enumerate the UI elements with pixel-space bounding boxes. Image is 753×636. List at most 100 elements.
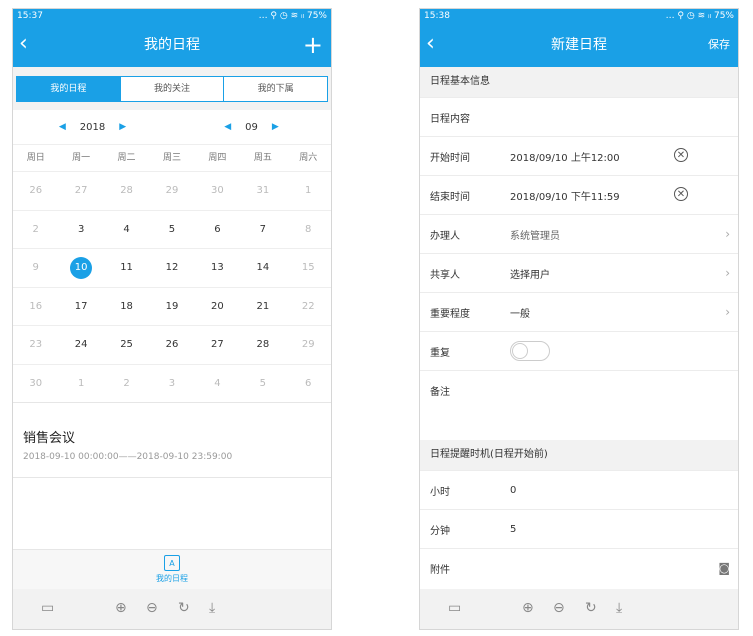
rotate-icon[interactable]: ↻ bbox=[178, 600, 190, 616]
calendar-day[interactable]: 27 bbox=[58, 172, 103, 210]
calendar-day[interactable]: 18 bbox=[104, 288, 149, 326]
weekday-label: 周日 bbox=[26, 153, 45, 163]
calendar-day[interactable]: 6 bbox=[195, 211, 240, 249]
calendar-day[interactable]: 5 bbox=[240, 365, 285, 403]
tabs-bar: 我的日程 我的关注 我的下属 bbox=[13, 67, 331, 110]
new-schedule-screen: 15:38 … ⚲ ◷ ≋ ᵢₗ 75% ‹ 新建日程 保存 日程基本信息 日程… bbox=[419, 8, 739, 630]
zoom-in-icon[interactable]: ⊕ bbox=[115, 600, 127, 616]
repeat-toggle[interactable] bbox=[510, 341, 550, 361]
next-month-icon[interactable]: ▶ bbox=[272, 122, 279, 132]
clear-icon[interactable]: ✕ bbox=[674, 187, 688, 201]
zoom-out-icon[interactable]: ⊖ bbox=[146, 600, 158, 616]
rotate-icon[interactable]: ↻ bbox=[585, 600, 597, 616]
weekday-label: 周一 bbox=[72, 153, 91, 163]
next-year-icon[interactable]: ▶ bbox=[119, 122, 126, 132]
content-field[interactable]: 日程内容 bbox=[420, 97, 738, 136]
minutes-field[interactable]: 分钟 5 bbox=[420, 509, 738, 548]
calendar-day[interactable]: 19 bbox=[149, 288, 194, 326]
calendar-day-selected[interactable]: 10 bbox=[58, 249, 103, 287]
save-button[interactable]: 保存 bbox=[708, 23, 730, 67]
weekday-header: 周日 周一 周二 周三 周四 周五 周六 bbox=[13, 144, 331, 171]
calendar-day[interactable]: 30 bbox=[195, 172, 240, 210]
prev-year-icon[interactable]: ◀ bbox=[59, 122, 66, 132]
calendar-day[interactable]: 22 bbox=[286, 288, 331, 326]
battery-level: 75% bbox=[713, 11, 734, 21]
status-bar: 15:37 … ⚲ ◷ ≋ ᵢₗ 75% bbox=[13, 9, 331, 23]
calendar-day[interactable]: 20 bbox=[195, 288, 240, 326]
hours-field[interactable]: 小时 0 bbox=[420, 470, 738, 509]
importance-field[interactable]: 重要程度 一般 › bbox=[420, 292, 738, 331]
field-label: 重复 bbox=[430, 347, 450, 359]
month-value: 09 bbox=[245, 121, 258, 133]
calendar-day[interactable]: 5 bbox=[149, 211, 194, 249]
start-time-field[interactable]: 开始时间 2018/09/10 上午12:00 ✕ bbox=[420, 136, 738, 175]
event-item[interactable]: 销售会议 2018-09-10 00:00:00——2018-09-10 23:… bbox=[13, 402, 331, 478]
calendar-day[interactable]: 28 bbox=[240, 326, 285, 364]
end-time-value: 2018/09/10 下午11:59 bbox=[510, 191, 620, 203]
clear-icon[interactable]: ✕ bbox=[674, 148, 688, 162]
calendar-day[interactable]: 27 bbox=[195, 326, 240, 364]
calendar-day[interactable]: 2 bbox=[13, 211, 58, 249]
handler-field[interactable]: 办理人 系统管理员 › bbox=[420, 214, 738, 253]
start-time-value: 2018/09/10 上午12:00 bbox=[510, 152, 620, 164]
calendar-day[interactable]: 26 bbox=[149, 326, 194, 364]
calendar-week: 16 17 18 19 20 21 22 bbox=[13, 286, 331, 326]
weekday-label: 周五 bbox=[253, 153, 272, 163]
calendar-day[interactable]: 2 bbox=[104, 365, 149, 403]
calendar-day[interactable]: 1 bbox=[286, 172, 331, 210]
calendar-day[interactable]: 25 bbox=[104, 326, 149, 364]
chevron-right-icon: › bbox=[725, 305, 730, 319]
calendar-day[interactable]: 26 bbox=[13, 172, 58, 210]
calendar-day[interactable]: 1 bbox=[58, 365, 103, 403]
calendar-day[interactable]: 14 bbox=[240, 249, 285, 287]
add-icon[interactable]: + bbox=[303, 23, 323, 67]
calendar-day[interactable]: 6 bbox=[286, 365, 331, 403]
camera-icon[interactable]: ◙ bbox=[718, 561, 730, 575]
tab-subordinates[interactable]: 我的下属 bbox=[223, 77, 328, 101]
attachment-field[interactable]: 附件 ◙ bbox=[420, 548, 738, 587]
tab-following[interactable]: 我的关注 bbox=[119, 77, 224, 101]
zoom-out-icon[interactable]: ⊖ bbox=[553, 600, 565, 616]
calendar-day[interactable]: 29 bbox=[286, 326, 331, 364]
nav-bar: ‹ 我的日程 + bbox=[13, 23, 331, 67]
prev-month-icon[interactable]: ◀ bbox=[224, 122, 231, 132]
calendar-week: 9 10 11 12 13 14 15 bbox=[13, 248, 331, 287]
calendar-day[interactable]: 17 bbox=[58, 288, 103, 326]
calendar-day[interactable]: 15 bbox=[286, 249, 331, 287]
share-field[interactable]: 共享人 选择用户 › bbox=[420, 253, 738, 292]
tab-my-schedule[interactable]: 我的日程 bbox=[17, 77, 120, 101]
calendar-day[interactable]: 13 bbox=[195, 249, 240, 287]
selected-day-badge: 10 bbox=[70, 257, 93, 279]
end-time-field[interactable]: 结束时间 2018/09/10 下午11:59 ✕ bbox=[420, 175, 738, 214]
calendar-day[interactable]: 3 bbox=[58, 211, 103, 249]
calendar-day[interactable]: 4 bbox=[104, 211, 149, 249]
status-time: 15:37 bbox=[17, 11, 43, 21]
calendar-day[interactable]: 9 bbox=[13, 249, 58, 287]
download-icon[interactable]: ⤓ bbox=[616, 600, 622, 616]
calendar-day[interactable]: 30 bbox=[13, 365, 58, 403]
screen-icon[interactable]: ▭ bbox=[41, 600, 54, 616]
calendar-day[interactable]: 28 bbox=[104, 172, 149, 210]
weekday-label: 周六 bbox=[299, 153, 318, 163]
notes-field[interactable]: 备注 bbox=[420, 370, 738, 440]
download-icon[interactable]: ⤓ bbox=[209, 600, 215, 616]
repeat-field: 重复 bbox=[420, 331, 738, 370]
bottom-nav[interactable]: A 我的日程 bbox=[13, 549, 331, 590]
field-label: 附件 bbox=[430, 564, 450, 576]
calendar-day[interactable]: 4 bbox=[195, 365, 240, 403]
calendar-day[interactable]: 31 bbox=[240, 172, 285, 210]
calendar-day[interactable]: 3 bbox=[149, 365, 194, 403]
calendar-day[interactable]: 23 bbox=[13, 326, 58, 364]
calendar-day[interactable]: 24 bbox=[58, 326, 103, 364]
calendar-day[interactable]: 21 bbox=[240, 288, 285, 326]
zoom-in-icon[interactable]: ⊕ bbox=[522, 600, 534, 616]
screen-icon[interactable]: ▭ bbox=[448, 600, 461, 616]
field-label: 日程内容 bbox=[430, 113, 470, 125]
calendar-day[interactable]: 11 bbox=[104, 249, 149, 287]
calendar-day[interactable]: 7 bbox=[240, 211, 285, 249]
field-label: 分钟 bbox=[430, 525, 450, 537]
calendar-day[interactable]: 29 bbox=[149, 172, 194, 210]
calendar-day[interactable]: 16 bbox=[13, 288, 58, 326]
calendar-day[interactable]: 12 bbox=[149, 249, 194, 287]
calendar-day[interactable]: 8 bbox=[286, 211, 331, 249]
